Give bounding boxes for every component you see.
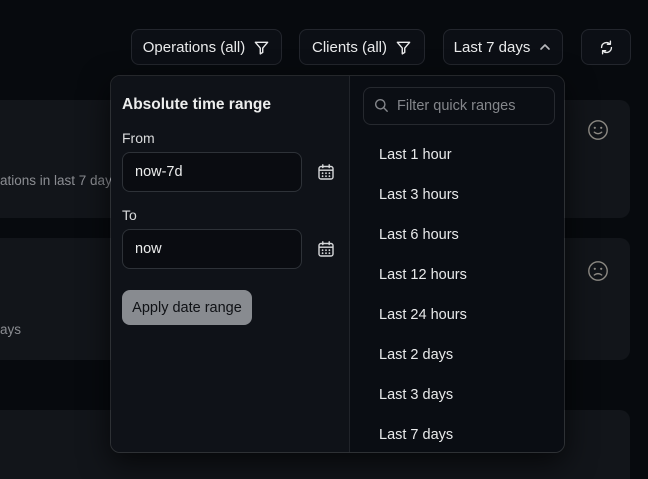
refresh-button[interactable]	[581, 29, 631, 65]
absolute-time-range-title: Absolute time range	[122, 96, 338, 114]
from-calendar-button[interactable]	[317, 163, 335, 181]
clients-filter-label: Clients (all)	[312, 39, 387, 56]
filter-icon	[253, 39, 270, 56]
search-icon	[374, 98, 389, 113]
time-range-picker-button[interactable]: Last 7 days	[443, 29, 563, 65]
to-label: To	[122, 207, 338, 223]
operations-filter-button[interactable]: Operations (all)	[131, 29, 282, 65]
absolute-time-range-section: Absolute time range From	[111, 76, 350, 452]
filter-icon	[395, 39, 412, 56]
quick-range-option-last-6-hours[interactable]: Last 6 hours	[350, 215, 564, 255]
apply-date-range-button[interactable]: Apply date range	[122, 290, 252, 325]
calendar-icon	[317, 240, 335, 258]
quick-ranges-list: Last 1 hour Last 3 hours Last 6 hours La…	[350, 135, 564, 453]
to-input[interactable]	[122, 229, 302, 269]
quick-range-option-last-2-days[interactable]: Last 2 days	[350, 335, 564, 375]
to-calendar-button[interactable]	[317, 240, 335, 258]
chevron-up-icon	[538, 40, 552, 54]
calendar-icon	[317, 163, 335, 181]
clients-filter-button[interactable]: Clients (all)	[299, 29, 425, 65]
smiley-sad-icon	[587, 260, 609, 282]
quick-range-option-last-7-days[interactable]: Last 7 days	[350, 415, 564, 453]
quick-range-option-last-3-hours[interactable]: Last 3 hours	[350, 175, 564, 215]
card-caption: ays	[0, 322, 21, 337]
quick-ranges-section: Last 1 hour Last 3 hours Last 6 hours La…	[350, 76, 564, 452]
from-label: From	[122, 130, 338, 146]
quick-range-option-last-3-days[interactable]: Last 3 days	[350, 375, 564, 415]
quick-range-option-last-1-hour[interactable]: Last 1 hour	[350, 135, 564, 175]
smiley-happy-icon	[587, 119, 609, 141]
operations-filter-label: Operations (all)	[143, 39, 246, 56]
filter-quick-ranges-input[interactable]	[363, 87, 555, 125]
refresh-icon	[598, 39, 615, 56]
time-range-label: Last 7 days	[454, 39, 531, 56]
app-root: ations in last 7 days ays Operations (al…	[0, 0, 648, 479]
from-input[interactable]	[122, 152, 302, 192]
time-picker-dropdown: Absolute time range From	[110, 75, 565, 453]
card-caption: ations in last 7 days	[0, 173, 119, 188]
quick-range-option-last-12-hours[interactable]: Last 12 hours	[350, 255, 564, 295]
quick-range-option-last-24-hours[interactable]: Last 24 hours	[350, 295, 564, 335]
